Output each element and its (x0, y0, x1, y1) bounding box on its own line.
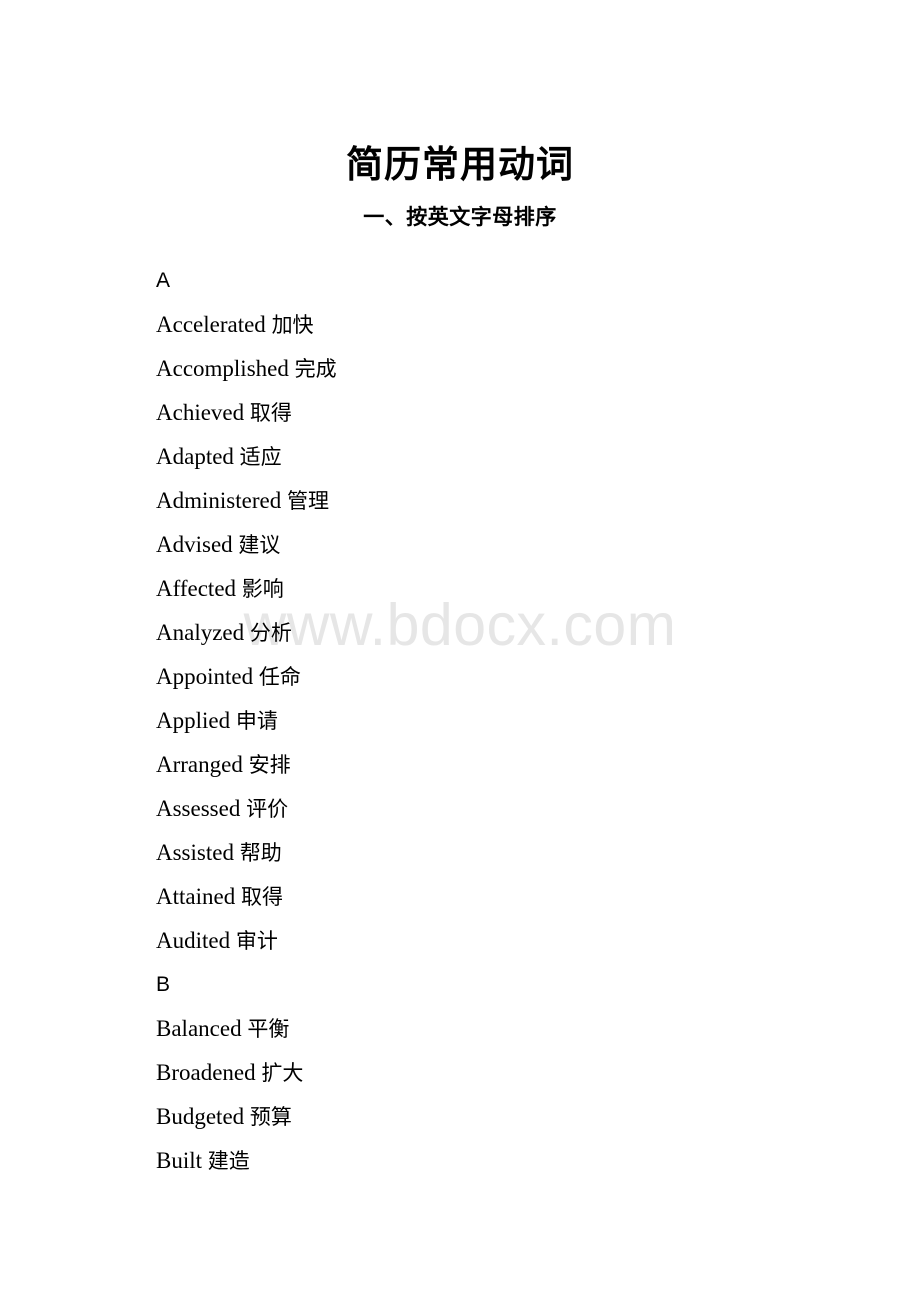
list-item: Arranged 安排 (0, 743, 920, 787)
verb-english: Budgeted (156, 1104, 245, 1129)
list-item: Assisted 帮助 (0, 831, 920, 875)
verb-chinese: 帮助 (239, 841, 282, 865)
verb-chinese: 取得 (249, 401, 292, 425)
list-item: Balanced 平衡 (0, 1007, 920, 1051)
verb-english: Administered (156, 488, 282, 513)
verb-english: Advised (156, 532, 233, 557)
verb-english: Accelerated (156, 312, 266, 337)
verb-chinese: 扩大 (261, 1061, 304, 1085)
verb-english: Affected (156, 576, 237, 601)
verb-chinese: 建议 (238, 533, 281, 557)
verb-chinese: 任命 (258, 665, 301, 689)
verb-english: Appointed (156, 664, 254, 689)
list-item: Advised 建议 (0, 523, 920, 567)
verb-english: Assessed (156, 796, 241, 821)
list-item: Adapted 适应 (0, 435, 920, 479)
verb-chinese: 适应 (239, 445, 282, 469)
verb-english: B (156, 973, 171, 996)
verb-english: Audited (156, 928, 231, 953)
verb-chinese: 平衡 (247, 1017, 290, 1041)
verb-english: Attained (156, 884, 236, 909)
list-item: Achieved 取得 (0, 391, 920, 435)
verb-chinese: 建造 (207, 1149, 250, 1173)
verb-english: Accomplished (156, 356, 289, 381)
verb-chinese: 安排 (248, 753, 291, 777)
section-letter: A (0, 259, 920, 303)
list-item: Affected 影响 (0, 567, 920, 611)
verb-english: Broadened (156, 1060, 256, 1085)
verb-chinese: 评价 (246, 797, 289, 821)
verb-english: Built (156, 1148, 203, 1173)
document-content: 简历常用动词 一、按英文字母排序 A Accelerated 加快 Accompli… (0, 0, 920, 1183)
verb-english: Analyzed (156, 620, 245, 645)
section-letter: B (0, 963, 920, 1007)
verb-chinese: 申请 (235, 709, 278, 733)
verb-chinese: 完成 (294, 357, 337, 381)
verb-list: A Accelerated 加快 Accomplished 完成 Achieved 取… (0, 228, 920, 1183)
verb-chinese: 影响 (241, 577, 284, 601)
verb-english: Arranged (156, 752, 243, 777)
page-title: 简历常用动词 (346, 145, 574, 186)
list-item: Assessed 评价 (0, 787, 920, 831)
verb-english: Applied (156, 708, 231, 733)
verb-chinese: 加快 (271, 313, 314, 337)
verb-english: Adapted (156, 444, 234, 469)
list-item: Audited 审计 (0, 919, 920, 963)
verb-chinese: 取得 (240, 885, 283, 909)
verb-chinese: 管理 (286, 489, 329, 513)
list-item: Administered 管理 (0, 479, 920, 523)
list-item: Attained 取得 (0, 875, 920, 919)
verb-english: Balanced (156, 1016, 242, 1041)
verb-chinese: 预算 (249, 1105, 292, 1129)
document-page: www.bdocx.com 简历常用动词 一、按英文字母排序 A Accelera… (0, 0, 920, 1302)
verb-chinese: 审计 (235, 929, 278, 953)
list-item: Appointed 任命 (0, 655, 920, 699)
section-subtitle: 一、按英文字母排序 (363, 205, 557, 229)
verb-chinese: 分析 (249, 621, 292, 645)
list-item: Accelerated 加快 (0, 303, 920, 347)
list-item: Analyzed 分析 (0, 611, 920, 655)
list-item: Applied 申请 (0, 699, 920, 743)
list-item: Accomplished 完成 (0, 347, 920, 391)
list-item: Budgeted 预算 (0, 1095, 920, 1139)
verb-english: Achieved (156, 400, 245, 425)
list-item: Broadened 扩大 (0, 1051, 920, 1095)
verb-english: Assisted (156, 840, 234, 865)
list-item: Built 建造 (0, 1139, 920, 1183)
verb-english: A (156, 269, 171, 292)
